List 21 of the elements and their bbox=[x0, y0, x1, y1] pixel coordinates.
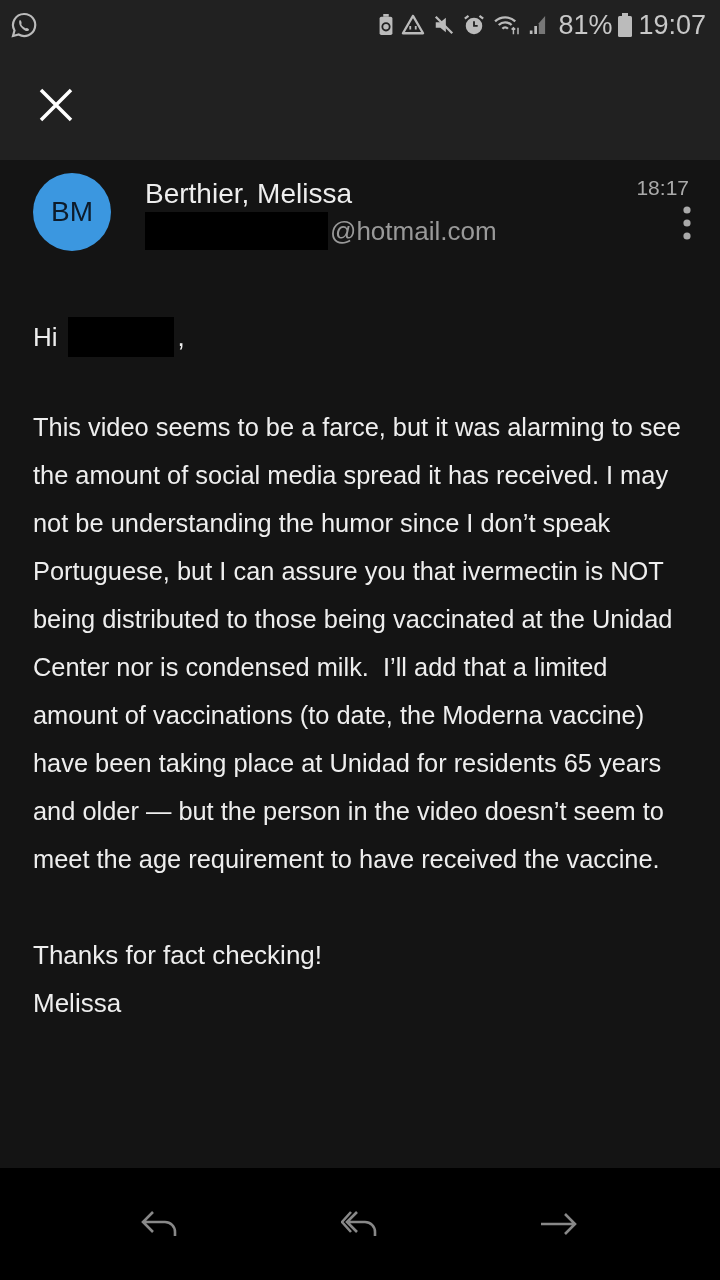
alarm-icon bbox=[462, 14, 487, 36]
chat-app-icon bbox=[10, 11, 38, 39]
signoff-line: Thanks for fact checking! bbox=[33, 939, 324, 972]
battery-saver-icon bbox=[378, 14, 395, 36]
signoff-line: Melissa bbox=[33, 987, 123, 1020]
greeting: Hi bbox=[33, 321, 58, 353]
more-options-icon[interactable] bbox=[683, 206, 691, 240]
avatar: BM bbox=[33, 173, 111, 251]
sender-email: @hotmail.com bbox=[330, 215, 497, 247]
battery-percentage: 81% bbox=[558, 9, 613, 41]
signal-icon bbox=[528, 14, 547, 36]
battery-icon bbox=[618, 13, 633, 37]
close-icon[interactable] bbox=[39, 88, 73, 122]
reply-icon[interactable] bbox=[141, 1210, 179, 1238]
forward-icon[interactable] bbox=[541, 1212, 579, 1236]
sender-name: Berthier, Melissa bbox=[145, 178, 353, 210]
message-body: This video seems to be a farce, but it was alarming to see the amount of social media spread it has received. I may not be understanding the humor since I don’t speak Portuguese, but I can assure you that ivermectin is NOT being distributed to those being vaccinated at the Unidad Center nor is condensed milk. I’ll add that a limited amount of vaccinations (to date, the Moderna vaccine) have been taking place at Unidad for residents 65 years and older — but the person in the video doesn’t seem to meet the age requirement to have received the vaccine. bbox=[33, 412, 682, 875]
reply-all-icon[interactable] bbox=[341, 1210, 379, 1238]
message-time: 18:17 bbox=[636, 176, 689, 200]
clock: 19:07 bbox=[638, 9, 706, 41]
greeting-comma: , bbox=[177, 321, 185, 353]
